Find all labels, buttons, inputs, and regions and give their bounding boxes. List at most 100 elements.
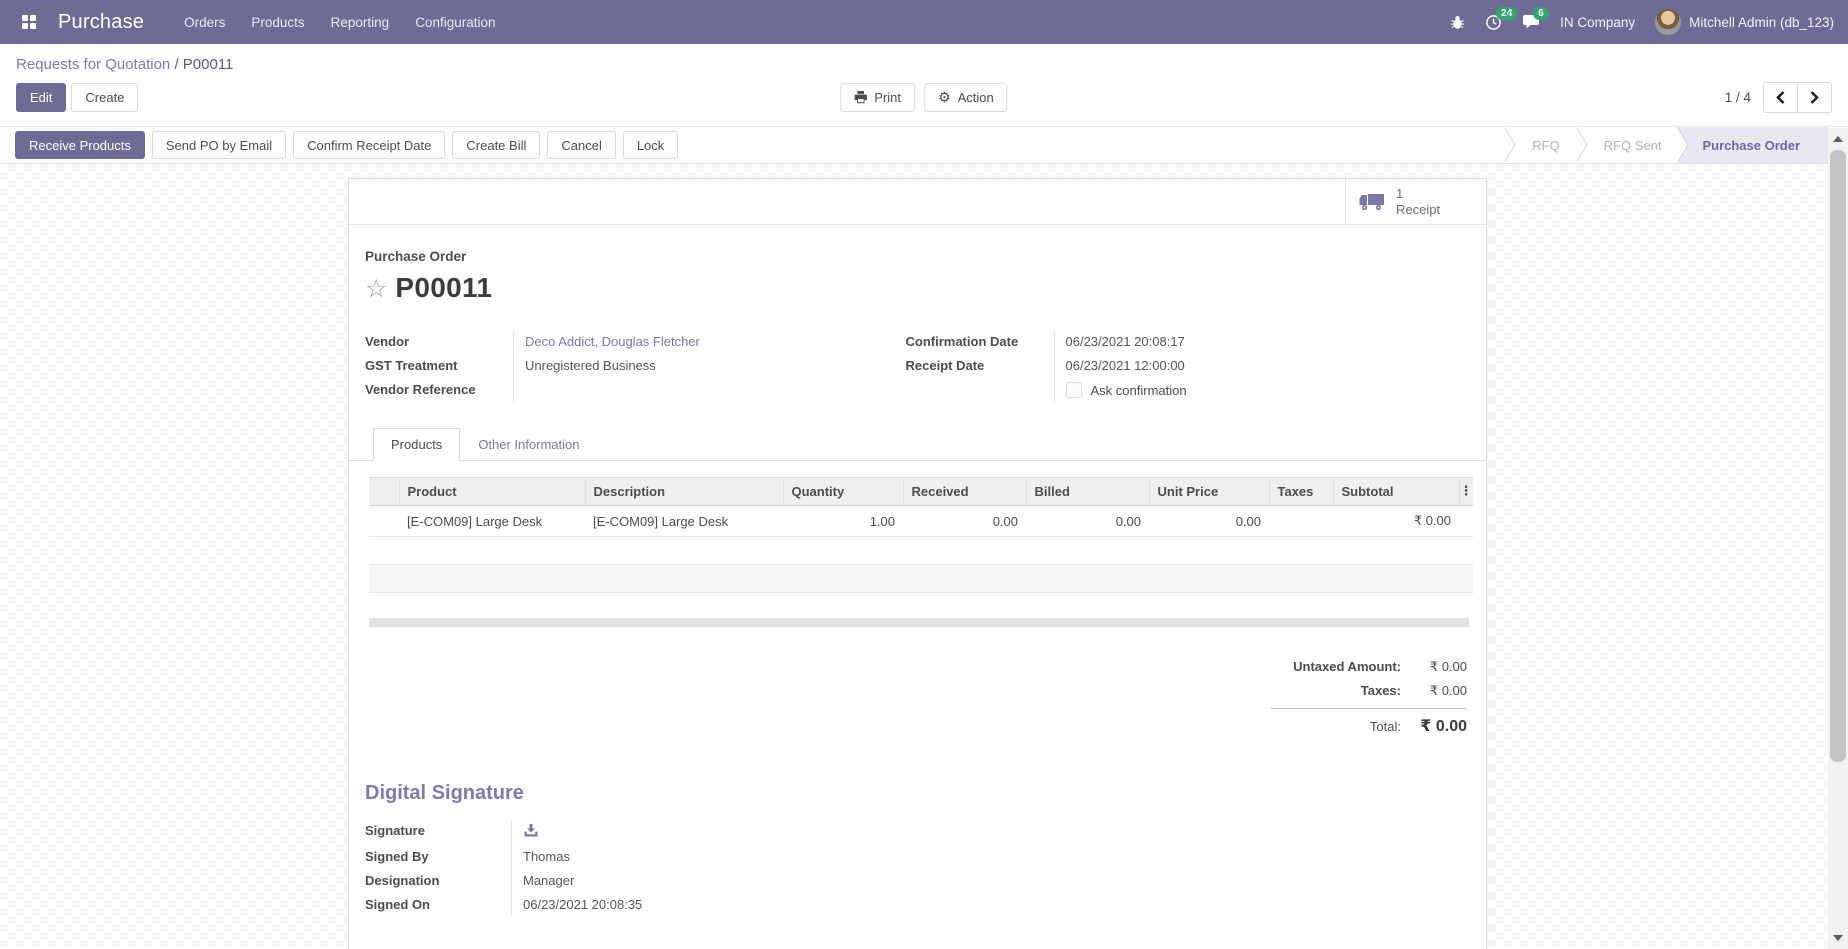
confirmation-date-value: 06/23/2021 20:08:17 [1054, 330, 1447, 354]
notebook-tabs: Products Other Information [349, 428, 1486, 461]
menu-reporting[interactable]: Reporting [321, 10, 400, 35]
list-header-row: Product Description Quantity Received Bi… [369, 478, 1473, 506]
status-pipeline: RFQ RFQ Sent Purchase Order [1504, 127, 1848, 163]
column-subtotal[interactable]: Subtotal [1333, 478, 1459, 506]
step-separator-icon [1677, 126, 1689, 164]
menu-orders[interactable]: Orders [174, 10, 235, 35]
message-count-badge[interactable]: 6 [1533, 7, 1549, 20]
column-taxes[interactable]: Taxes [1269, 478, 1333, 506]
list-footer-bar [369, 618, 1469, 627]
form-sheet: 1 Receipt Purchase Order ☆ P00011 [348, 178, 1487, 949]
pager-previous-button[interactable] [1763, 82, 1798, 113]
column-description[interactable]: Description [585, 478, 783, 506]
favorite-star-icon[interactable]: ☆ [365, 276, 387, 301]
signed-by-label: Signed By [365, 845, 511, 869]
digital-signature-section: Digital Signature Signature [365, 782, 1470, 949]
cell-unit-price: 0.00 [1149, 506, 1269, 537]
printer-icon [854, 91, 867, 104]
column-unit-price[interactable]: Unit Price [1149, 478, 1269, 506]
receive-products-button[interactable]: Receive Products [15, 131, 145, 159]
download-icon[interactable] [523, 823, 539, 838]
ask-confirmation-checkbox[interactable] [1066, 382, 1082, 398]
step-separator-icon [1576, 126, 1588, 164]
cell-subtotal: ₹ 0.00 [1333, 506, 1459, 537]
activity-count-badge[interactable]: 24 [1496, 7, 1517, 20]
company-switcher[interactable]: IN Company [1560, 15, 1635, 30]
control-panel-buttons: Edit Create Print ⚙ Action 1 / 4 [16, 82, 1832, 113]
create-bill-button[interactable]: Create Bill [452, 131, 540, 159]
order-line-row[interactable]: [E-COM09] Large Desk [E-COM09] Large Des… [369, 506, 1473, 537]
menu-configuration[interactable]: Configuration [405, 10, 505, 35]
optional-columns-kebab-icon[interactable]: ⋮ [1459, 478, 1473, 506]
breadcrumb-parent-link[interactable]: Requests for Quotation [16, 56, 170, 73]
status-step-rfq-sent[interactable]: RFQ Sent [1588, 127, 1678, 163]
debug-bug-icon[interactable] [1450, 15, 1465, 30]
step-separator-icon [1504, 126, 1516, 164]
page-title: P00011 [395, 272, 492, 304]
top-navbar: Purchase Orders Products Reporting Confi… [0, 0, 1848, 44]
lock-button[interactable]: Lock [623, 131, 678, 159]
form-view-content: 1 Receipt Purchase Order ☆ P00011 [0, 164, 1848, 947]
odoo-purchase-app: Purchase Orders Products Reporting Confi… [0, 0, 1848, 949]
field-group-left: Vendor Deco Addict, Douglas Fletcher GST… [365, 330, 906, 402]
taxes-label: Taxes: [1271, 683, 1401, 698]
cell-billed: 0.00 [1026, 506, 1149, 537]
signature-label: Signature [365, 819, 511, 845]
truck-icon [1358, 192, 1385, 212]
ask-confirmation-label: Ask confirmation [1091, 383, 1187, 398]
status-step-rfq[interactable]: RFQ [1516, 127, 1575, 163]
column-product[interactable]: Product [399, 478, 585, 506]
signed-on-label: Signed On [365, 893, 511, 917]
breadcrumb: Requests for Quotation / P00011 [16, 56, 1832, 73]
edit-button[interactable]: Edit [16, 83, 66, 112]
gear-icon: ⚙ [938, 91, 951, 105]
confirm-receipt-date-button[interactable]: Confirm Receipt Date [293, 131, 445, 159]
messages-chat-icon[interactable]: 6 [1522, 14, 1540, 30]
receipt-count: 1 [1396, 186, 1440, 202]
confirmation-date-label: Confirmation Date [906, 330, 1054, 354]
column-quantity[interactable]: Quantity [783, 478, 903, 506]
totals-block: Untaxed Amount: ₹ 0.00 Taxes: ₹ 0.00 Tot… [1271, 655, 1467, 740]
button-box: 1 Receipt [349, 179, 1486, 225]
signed-by-value: Thomas [511, 845, 1470, 869]
pager-next-button[interactable] [1797, 82, 1832, 113]
untaxed-amount-label: Untaxed Amount: [1271, 659, 1401, 674]
receipt-stat-button[interactable]: 1 Receipt [1345, 179, 1486, 224]
breadcrumb-current: P00011 [183, 56, 234, 73]
print-button[interactable]: Print [840, 83, 915, 112]
navbar-systray: 24 6 IN Company Mitchell Admin (db_123) [1450, 9, 1834, 35]
column-received[interactable]: Received [903, 478, 1026, 506]
empty-list-row [369, 537, 1473, 565]
tab-products[interactable]: Products [373, 428, 460, 461]
apps-grid-icon[interactable] [14, 7, 44, 37]
scrollbar-up-arrow[interactable] [1828, 130, 1848, 148]
gst-treatment-value: Unregistered Business [513, 354, 906, 378]
create-button[interactable]: Create [71, 83, 138, 112]
document-title-block: Purchase Order ☆ P00011 [365, 249, 1470, 304]
menu-products[interactable]: Products [241, 10, 314, 35]
status-step-purchase-order[interactable]: Purchase Order [1676, 127, 1828, 163]
receipt-label: Receipt [1396, 202, 1440, 218]
cancel-button[interactable]: Cancel [547, 131, 615, 159]
receipt-date-value: 06/23/2021 12:00:00 [1054, 354, 1447, 378]
scrollbar-thumb[interactable] [1830, 150, 1846, 762]
scrollbar-down-arrow[interactable] [1828, 929, 1848, 947]
action-button[interactable]: ⚙ Action [924, 83, 1008, 112]
vertical-scrollbar[interactable] [1828, 128, 1848, 949]
activities-clock-icon[interactable]: 24 [1485, 14, 1502, 31]
statusbar: Receive Products Send PO by Email Confir… [0, 126, 1848, 164]
user-name: Mitchell Admin (db_123) [1689, 15, 1834, 30]
row-handle-cell [369, 506, 399, 537]
vendor-value-link[interactable]: Deco Addict, Douglas Fletcher [525, 334, 700, 349]
empty-list-row [369, 565, 1473, 593]
column-billed[interactable]: Billed [1026, 478, 1149, 506]
cell-description: [E-COM09] Large Desk [585, 506, 783, 537]
tab-other-information[interactable]: Other Information [460, 428, 597, 461]
vendor-reference-value [513, 378, 906, 402]
total-value: ₹ 0.00 [1401, 716, 1467, 736]
app-brand[interactable]: Purchase [58, 11, 144, 34]
cell-quantity: 1.00 [783, 506, 903, 537]
send-po-by-email-button[interactable]: Send PO by Email [152, 131, 286, 159]
user-menu[interactable]: Mitchell Admin (db_123) [1655, 9, 1834, 35]
receipt-date-label: Receipt Date [906, 354, 1054, 378]
